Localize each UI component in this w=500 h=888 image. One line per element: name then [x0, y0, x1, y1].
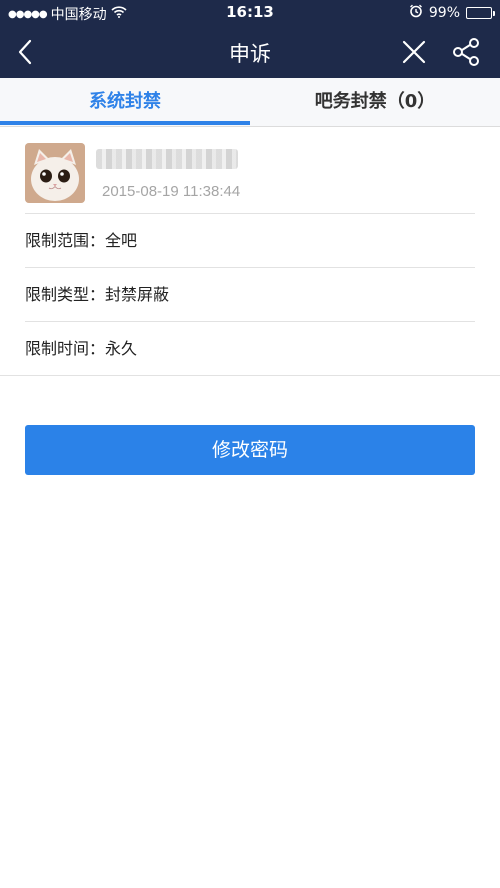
top-bar: ●●●●● 中国移动 16:13 99% 申诉 — [0, 0, 500, 78]
change-password-button[interactable]: 修改密码 — [25, 425, 475, 475]
close-button[interactable] — [398, 36, 430, 68]
active-tab-indicator — [0, 121, 250, 125]
restriction-scope-row: 限制范围：全吧 — [25, 213, 475, 267]
alarm-icon — [409, 4, 423, 22]
status-left: ●●●●● 中国移动 — [8, 4, 127, 24]
battery-percent: 99% — [428, 5, 460, 21]
share-icon — [453, 38, 479, 66]
tab-system-ban[interactable]: 系统封禁 — [0, 78, 250, 126]
back-button[interactable] — [10, 36, 42, 68]
status-right: 99% — [409, 4, 495, 22]
restriction-type-label: 限制类型： — [25, 285, 106, 304]
ban-timestamp: 2015-08-19 11:38:44 — [102, 183, 241, 200]
cat-avatar-image — [25, 143, 85, 203]
tab-forum-ban[interactable]: 吧务封禁（0） — [250, 78, 500, 126]
close-icon — [402, 40, 426, 64]
restriction-type-row: 限制类型：封禁屏蔽 — [25, 267, 475, 321]
restriction-scope-value: 全吧 — [105, 231, 138, 250]
avatar — [25, 143, 85, 203]
navigation-bar: 申诉 — [0, 26, 500, 78]
restriction-time-label: 限制时间： — [25, 339, 106, 358]
signal-icon: ●●●●● — [8, 8, 48, 20]
restriction-time-value: 永久 — [105, 339, 138, 358]
share-button[interactable] — [450, 36, 482, 68]
status-bar: ●●●●● 中国移动 16:13 99% — [0, 0, 500, 26]
divider — [0, 375, 500, 376]
chevron-left-icon — [18, 39, 32, 65]
battery-icon — [466, 7, 495, 19]
carrier-label: 中国移动 — [50, 7, 107, 23]
wifi-icon — [111, 6, 127, 22]
tab-bar: 系统封禁 吧务封禁（0） — [0, 78, 500, 127]
restriction-type-value: 封禁屏蔽 — [105, 285, 170, 304]
restriction-time-row: 限制时间：永久 — [25, 321, 475, 375]
username-blurred — [96, 149, 238, 169]
restriction-scope-label: 限制范围： — [25, 231, 106, 250]
user-row: 2015-08-19 11:38:44 — [0, 127, 500, 213]
